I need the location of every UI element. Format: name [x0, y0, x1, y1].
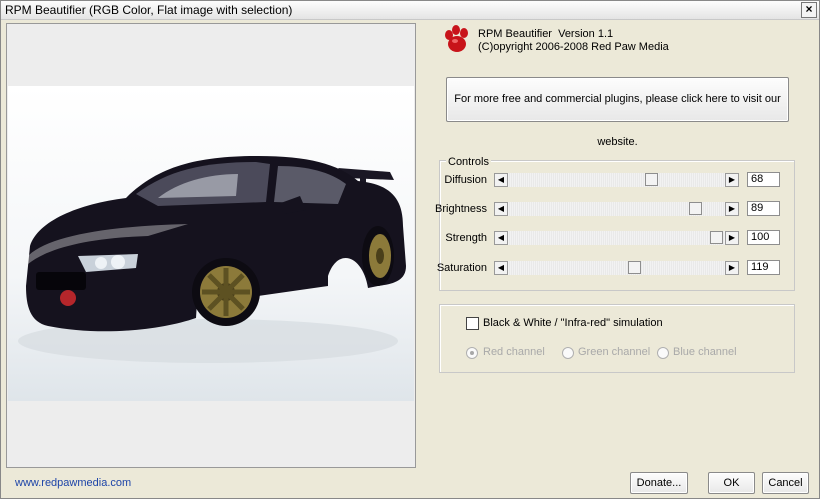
diffusion-value-field[interactable]: 68 — [747, 172, 780, 187]
diffusion-slider[interactable]: ◀ ▶ — [494, 173, 739, 187]
title-bar: RPM Beautifier (RGB Color, Flat image wi… — [1, 1, 819, 20]
bw-simulation-label[interactable]: Black & White / "Infra-red" simulation — [483, 317, 663, 329]
diffusion-label: Diffusion — [444, 174, 487, 186]
window-title: RPM Beautifier (RGB Color, Flat image wi… — [5, 3, 293, 17]
copyright: (C)opyright 2006-2008 Red Paw Media — [478, 41, 669, 53]
strength-slider[interactable]: ◀ ▶ — [494, 231, 739, 245]
brightness-left-arrow-icon[interactable]: ◀ — [494, 202, 508, 216]
website-link[interactable]: www.redpawmedia.com — [15, 477, 131, 489]
green-channel-radio[interactable] — [562, 347, 574, 359]
saturation-label: Saturation — [436, 262, 487, 274]
controls-group-label: Controls — [446, 156, 491, 168]
diffusion-right-arrow-icon[interactable]: ▶ — [725, 173, 739, 187]
red-paw-logo-icon — [445, 25, 468, 52]
bw-group — [439, 304, 795, 373]
brightness-right-arrow-icon[interactable]: ▶ — [725, 202, 739, 216]
brightness-label: Brightness — [435, 203, 487, 215]
strength-track[interactable] — [508, 231, 725, 245]
blue-channel-radio[interactable] — [657, 347, 669, 359]
app-name-version: RPM Beautifier Version 1.1 — [478, 28, 614, 40]
ok-button[interactable]: OK — [708, 472, 755, 494]
bw-simulation-checkbox[interactable] — [466, 317, 479, 330]
brightness-row: Brightness ◀ ▶ 89 — [0, 201, 820, 217]
strength-slider-thumb[interactable] — [710, 231, 723, 244]
strength-label: Strength — [445, 232, 487, 244]
green-channel-label[interactable]: Green channel — [578, 346, 650, 358]
saturation-value-field[interactable]: 119 — [747, 260, 780, 275]
brightness-value-field[interactable]: 89 — [747, 201, 780, 216]
strength-row: Strength ◀ ▶ 100 — [0, 230, 820, 246]
brightness-slider-thumb[interactable] — [689, 202, 702, 215]
cancel-button[interactable]: Cancel — [762, 472, 809, 494]
saturation-slider[interactable]: ◀ ▶ — [494, 261, 739, 275]
brightness-slider[interactable]: ◀ ▶ — [494, 202, 739, 216]
blue-channel-label[interactable]: Blue channel — [673, 346, 737, 358]
saturation-row: Saturation ◀ ▶ 119 — [0, 260, 820, 276]
diffusion-track[interactable] — [508, 173, 725, 187]
strength-value-field[interactable]: 100 — [747, 230, 780, 245]
donate-button[interactable]: Donate... — [630, 472, 688, 494]
strength-left-arrow-icon[interactable]: ◀ — [494, 231, 508, 245]
red-channel-radio[interactable] — [466, 347, 478, 359]
diffusion-left-arrow-icon[interactable]: ◀ — [494, 173, 508, 187]
visit-website-button[interactable]: For more free and commercial plugins, pl… — [446, 77, 789, 148]
red-channel-label[interactable]: Red channel — [483, 346, 545, 358]
saturation-left-arrow-icon[interactable]: ◀ — [494, 261, 508, 275]
saturation-slider-thumb[interactable] — [628, 261, 641, 274]
diffusion-row: Diffusion ◀ ▶ 68 — [0, 172, 820, 188]
saturation-track[interactable] — [508, 261, 725, 275]
strength-right-arrow-icon[interactable]: ▶ — [725, 231, 739, 245]
saturation-right-arrow-icon[interactable]: ▶ — [725, 261, 739, 275]
app-info: RPM Beautifier Version 1.1 (C)opyright 2… — [478, 28, 669, 54]
diffusion-slider-thumb[interactable] — [645, 173, 658, 186]
close-button[interactable]: × — [801, 2, 817, 18]
